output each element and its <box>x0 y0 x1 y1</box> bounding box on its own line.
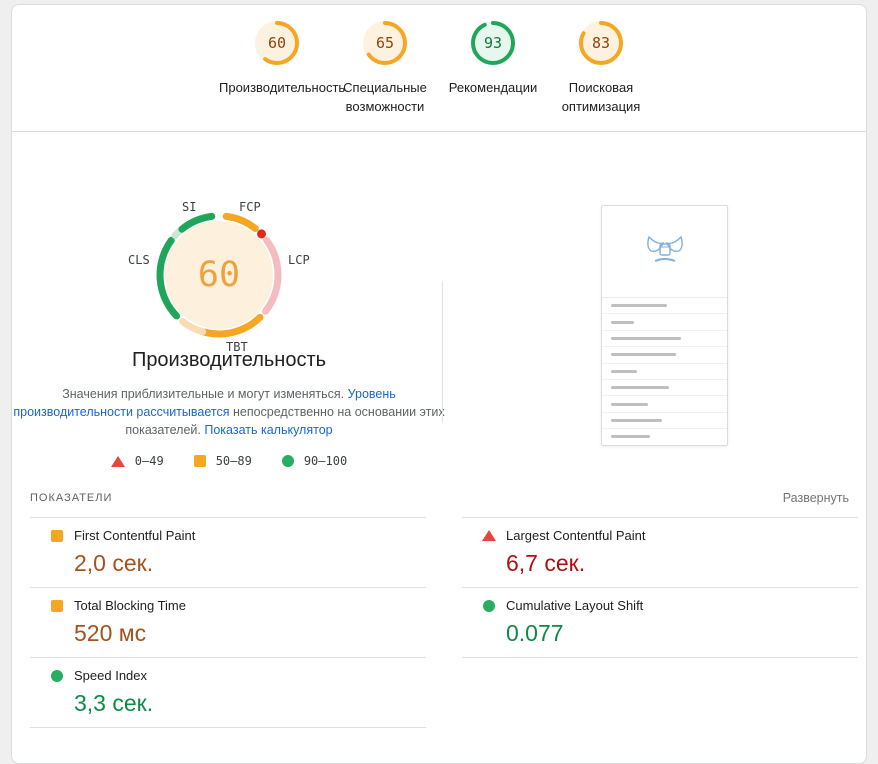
category-summary-row: 60 Производительность 65 Специальные воз… <box>12 5 866 132</box>
category-performance[interactable]: 60 Производительность <box>223 19 331 97</box>
ring-label-lcp: LCP <box>288 253 310 267</box>
metric-speed-index: Speed Index 3,3 сек. <box>30 658 426 728</box>
metric-total-blocking-time: Total Blocking Time 520 мс <box>30 588 426 658</box>
legend-good: 90–100 <box>282 454 347 468</box>
seo-score-gauge: 83 <box>577 19 625 67</box>
metric-name: Cumulative Layout Shift <box>506 598 643 613</box>
ring-label-fcp: FCP <box>239 200 261 214</box>
metric-value: 520 мс <box>74 620 426 647</box>
thumbnail-menu-row <box>602 364 727 380</box>
best-practices-score-gauge: 93 <box>469 19 517 67</box>
good-circle-icon <box>482 600 496 612</box>
average-square-icon <box>50 530 64 542</box>
accessibility-score-gauge: 65 <box>361 19 409 67</box>
thumbnail-menu-row <box>602 331 727 347</box>
score-legend: 0–49 50–89 90–100 <box>12 454 446 468</box>
metric-value: 0.077 <box>506 620 858 647</box>
best-practices-category-label: Рекомендации <box>435 78 551 97</box>
accessibility-category-label: Специальные возможности <box>327 78 443 116</box>
performance-description: Значения приблизительные и могут изменят… <box>12 385 446 439</box>
metric-largest-contentful-paint: Largest Contentful Paint 6,7 сек. <box>462 518 858 588</box>
metrics-right-column: Largest Contentful Paint 6,7 сек. Cumula… <box>462 517 858 728</box>
metric-value: 2,0 сек. <box>74 550 426 577</box>
metrics-left-column: First Contentful Paint 2,0 сек. Total Bl… <box>30 517 426 728</box>
page-screenshot-thumbnail[interactable] <box>601 205 728 446</box>
thumbnail-menu-row <box>602 396 727 412</box>
metric-first-contentful-paint: First Contentful Paint 2,0 сек. <box>30 518 426 588</box>
good-circle-icon <box>282 455 294 467</box>
thumbnail-menu-row <box>602 314 727 330</box>
ring-label-cls: CLS <box>128 253 150 267</box>
performance-score: 60 <box>253 19 301 67</box>
average-square-icon <box>194 455 206 467</box>
category-seo[interactable]: 83 Поисковая оптимизация <box>547 19 655 116</box>
category-accessibility[interactable]: 65 Специальные возможности <box>331 19 439 116</box>
seo-score: 83 <box>577 19 625 67</box>
legend-average: 50–89 <box>194 454 252 468</box>
report-card: 60 Производительность 65 Специальные воз… <box>11 4 867 764</box>
metric-name: Speed Index <box>74 668 147 683</box>
metrics-grid: First Contentful Paint 2,0 сек. Total Bl… <box>30 517 858 728</box>
legend-good-range: 90–100 <box>304 454 347 468</box>
accessibility-score: 65 <box>361 19 409 67</box>
ring-label-si: SI <box>182 200 196 214</box>
legend-fail-range: 0–49 <box>135 454 164 468</box>
metric-name: Total Blocking Time <box>74 598 186 613</box>
expand-metrics-link[interactable]: Развернуть <box>783 491 849 505</box>
category-best-practices[interactable]: 93 Рекомендации <box>439 19 547 97</box>
legend-fail: 0–49 <box>111 454 164 468</box>
performance-ring-score: 60 <box>144 200 294 350</box>
metrics-section-title: ПОКАЗАТЕЛИ <box>30 492 112 504</box>
average-square-icon <box>50 600 64 612</box>
fail-triangle-icon <box>482 530 496 541</box>
description-text-1: Значения приблизительные и могут изменят… <box>62 387 347 401</box>
thumbnail-menu-row <box>602 380 727 396</box>
performance-ring-gauge: 60 SI FCP LCP TBT CLS <box>144 200 294 350</box>
legend-average-range: 50–89 <box>216 454 252 468</box>
metric-name: Largest Contentful Paint <box>506 528 645 543</box>
performance-score-gauge: 60 <box>253 19 301 67</box>
column-divider <box>442 281 443 423</box>
performance-section-title: Производительность <box>12 349 446 372</box>
thumbnail-menu-row <box>602 429 727 445</box>
metric-value: 6,7 сек. <box>506 550 858 577</box>
metric-value: 3,3 сек. <box>74 690 426 717</box>
thumbnail-menu-list <box>602 298 727 446</box>
metric-cumulative-layout-shift: Cumulative Layout Shift 0.077 <box>462 588 858 658</box>
metrics-header: ПОКАЗАТЕЛИ Развернуть <box>30 491 849 505</box>
fail-triangle-icon <box>111 456 125 467</box>
best-practices-score: 93 <box>469 19 517 67</box>
metric-name: First Contentful Paint <box>74 528 195 543</box>
performance-category-label: Производительность <box>219 78 335 97</box>
thumbnail-menu-row <box>602 413 727 429</box>
thumbnail-menu-row <box>602 298 727 314</box>
site-logo-icon <box>643 233 687 271</box>
good-circle-icon <box>50 670 64 682</box>
calculator-link[interactable]: Показать калькулятор <box>204 423 332 437</box>
seo-category-label: Поисковая оптимизация <box>543 78 659 116</box>
thumbnail-hero <box>602 206 727 298</box>
thumbnail-menu-row <box>602 347 727 363</box>
